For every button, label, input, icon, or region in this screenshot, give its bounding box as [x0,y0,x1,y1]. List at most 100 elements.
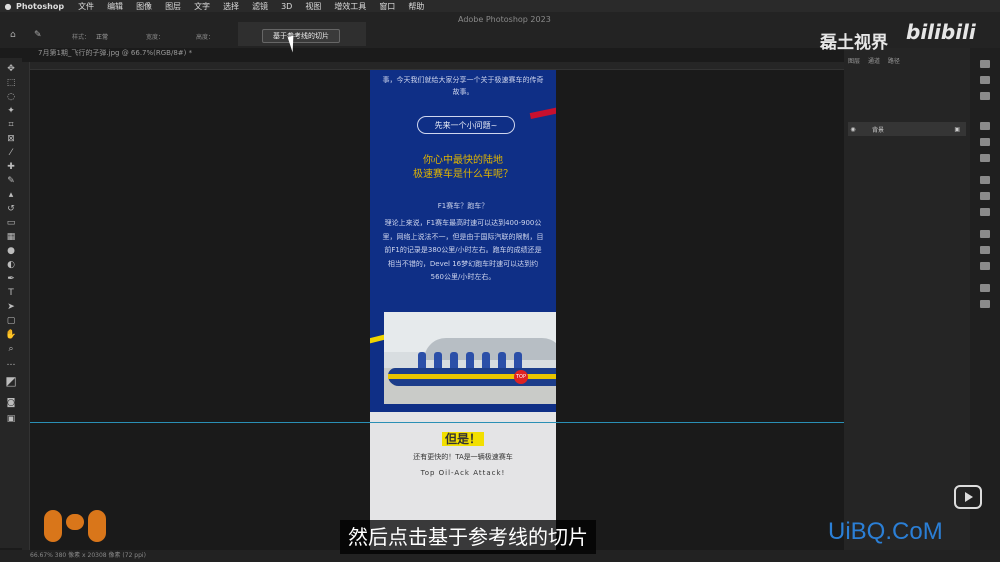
style-label: 样式： [72,34,91,41]
paths-icon[interactable] [980,230,990,238]
headline-line-1: 你心中最快的陆地 [423,155,503,166]
move-tool-icon[interactable]: ✥ [5,64,17,74]
tab-paths[interactable]: 路径 [888,58,900,65]
history-brush-icon[interactable]: ↺ [5,204,17,214]
layers-icon[interactable] [980,60,990,68]
bilibili-logo: bilibili [906,20,976,44]
layer-row-background[interactable]: ◉ 背景 ▣ [848,122,966,136]
menu-bar: ● Photoshop 文件 编辑 图像 图层 文字 选择 滤镜 3D 视图 增… [0,0,1000,12]
layers-panel: 图层 通道 路径 ◉ 背景 ▣ [844,48,970,550]
menu-select[interactable]: 选择 [223,1,239,12]
glyphs-icon[interactable] [980,300,990,308]
lasso-tool-icon[interactable]: ◌ [5,92,17,102]
top-oil-text: Top Oil-Ack Attack! [420,469,506,477]
car-badge: TOP [514,370,528,384]
menu-type[interactable]: 文字 [194,1,210,12]
eraser-tool-icon[interactable]: ▭ [5,218,17,228]
headline-line-2: 极速赛车是什么车呢？ [413,169,513,180]
red-stripe [529,106,556,120]
menu-plugins[interactable]: 增效工具 [334,1,366,12]
style-select[interactable]: 正常 [96,32,108,41]
crop-tool-icon[interactable]: ⌗ [5,120,17,130]
guide-slice-button[interactable]: 基于参考线的切片 [262,29,340,43]
menu-file[interactable]: 文件 [78,1,94,12]
corner-logo-shape [44,510,62,542]
corner-logo [44,510,106,544]
gradients-icon[interactable] [980,154,990,162]
eyedropper-icon[interactable]: ⁄ [5,148,17,158]
magic-wand-icon[interactable]: ✦ [5,106,17,116]
home-icon[interactable]: ⌂ [10,30,16,40]
character-icon[interactable] [980,262,990,270]
dodge-tool-icon[interactable]: ◐ [5,260,17,270]
zoom-tool-icon[interactable]: ⌕ [5,344,17,354]
libraries-icon[interactable] [980,208,990,216]
document-tab[interactable]: 7月第1期_飞行的子弹.jpg @ 66.7%(RGB/8#) * [32,48,192,60]
quick-mask-icon[interactable]: ◙ [5,398,17,408]
app-title: Adobe Photoshop 2023 [458,15,551,24]
menu-3d[interactable]: 3D [281,2,292,11]
properties-icon[interactable] [980,92,990,100]
intro-text: 事，今天我们就给大家分享一个关于极速赛车的传奇故事。 [382,76,544,96]
crew-member [482,352,490,369]
color-swatches-icon[interactable]: ◩ [5,375,17,387]
path-selection-icon[interactable]: ➤ [5,302,17,312]
panel-tabs: 图层 通道 路径 [844,56,970,66]
f1-question: F1赛车？跑车？ [437,202,489,210]
pen-tool-icon[interactable]: ✒ [5,274,17,284]
tab-layers[interactable]: 图层 [848,58,860,65]
adjustments-icon[interactable] [980,176,990,184]
question-pill: 先来一个小问题~ [417,116,515,134]
ruler-top[interactable] [30,62,844,70]
menu-layer[interactable]: 图层 [165,1,181,12]
menu-edit[interactable]: 编辑 [107,1,123,12]
menu-view[interactable]: 视图 [305,1,321,12]
lock-icon: ▣ [954,125,960,133]
gradient-tool-icon[interactable]: ▦ [5,232,17,242]
video-subtitle: 然后点击基于参考线的切片 [340,520,596,554]
crew-member [514,352,522,369]
brush-tool-icon[interactable]: ✎ [5,176,17,186]
healing-brush-icon[interactable]: ✚ [5,162,17,172]
play-icon[interactable] [954,485,982,509]
canvas-area[interactable]: 事，今天我们就给大家分享一个关于极速赛车的传奇故事。 先来一个小问题~ 你心中最… [30,70,844,550]
history-icon[interactable] [980,76,990,84]
styles-icon[interactable] [980,192,990,200]
photo-hill [424,338,556,360]
but-text: 但是！ [441,432,484,446]
body-text: 理论上来说，F1赛车最高时速可以达到400-900公里，网络上说法不一，但是由于… [382,219,544,281]
type-tool-icon[interactable]: T [5,288,17,298]
menu-window[interactable]: 窗口 [379,1,395,12]
width-label: 宽度： [146,34,165,41]
car-stripe [388,374,556,379]
marquee-tool-icon[interactable]: ⬚ [5,78,17,88]
headline: 你心中最快的陆地 极速赛车是什么车呢？ [370,154,556,182]
menu-help[interactable]: 帮助 [408,1,424,12]
horizontal-guide[interactable] [30,422,844,423]
paragraph-icon[interactable] [980,284,990,292]
menu-image[interactable]: 图像 [136,1,152,12]
frame-tool-icon[interactable]: ⊠ [5,134,17,144]
tool-panel: ✥ ⬚ ◌ ✦ ⌗ ⊠ ⁄ ✚ ✎ ▴ ↺ ▭ ▦ ● ◐ ✒ T ➤ ▢ ✋ … [0,58,22,548]
slice-tool-icon[interactable]: ✎ [34,30,42,40]
stamp-tool-icon[interactable]: ▴ [5,190,17,200]
shape-tool-icon[interactable]: ▢ [5,316,17,326]
screen-mode-icon[interactable]: ▣ [5,414,17,424]
color-icon[interactable] [980,122,990,130]
blur-tool-icon[interactable]: ● [5,246,17,256]
more-tools-icon[interactable]: … [5,358,17,368]
app-menu[interactable]: Photoshop [16,2,64,11]
swatches-icon[interactable] [980,138,990,146]
crew-member [450,352,458,369]
eye-icon[interactable]: ◉ [848,126,858,133]
ruler-left[interactable] [22,62,30,550]
apple-icon[interactable]: ● [0,2,16,11]
document-canvas[interactable]: 事，今天我们就给大家分享一个关于极速赛车的传奇故事。 先来一个小问题~ 你心中最… [370,70,556,550]
comments-icon[interactable] [980,246,990,254]
hand-tool-icon[interactable]: ✋ [5,330,17,340]
corner-logo-shape [88,510,106,542]
tab-channels[interactable]: 通道 [868,58,880,65]
crew-member [434,352,442,369]
menu-filter[interactable]: 滤镜 [252,1,268,12]
corner-logo-shape [66,514,84,530]
